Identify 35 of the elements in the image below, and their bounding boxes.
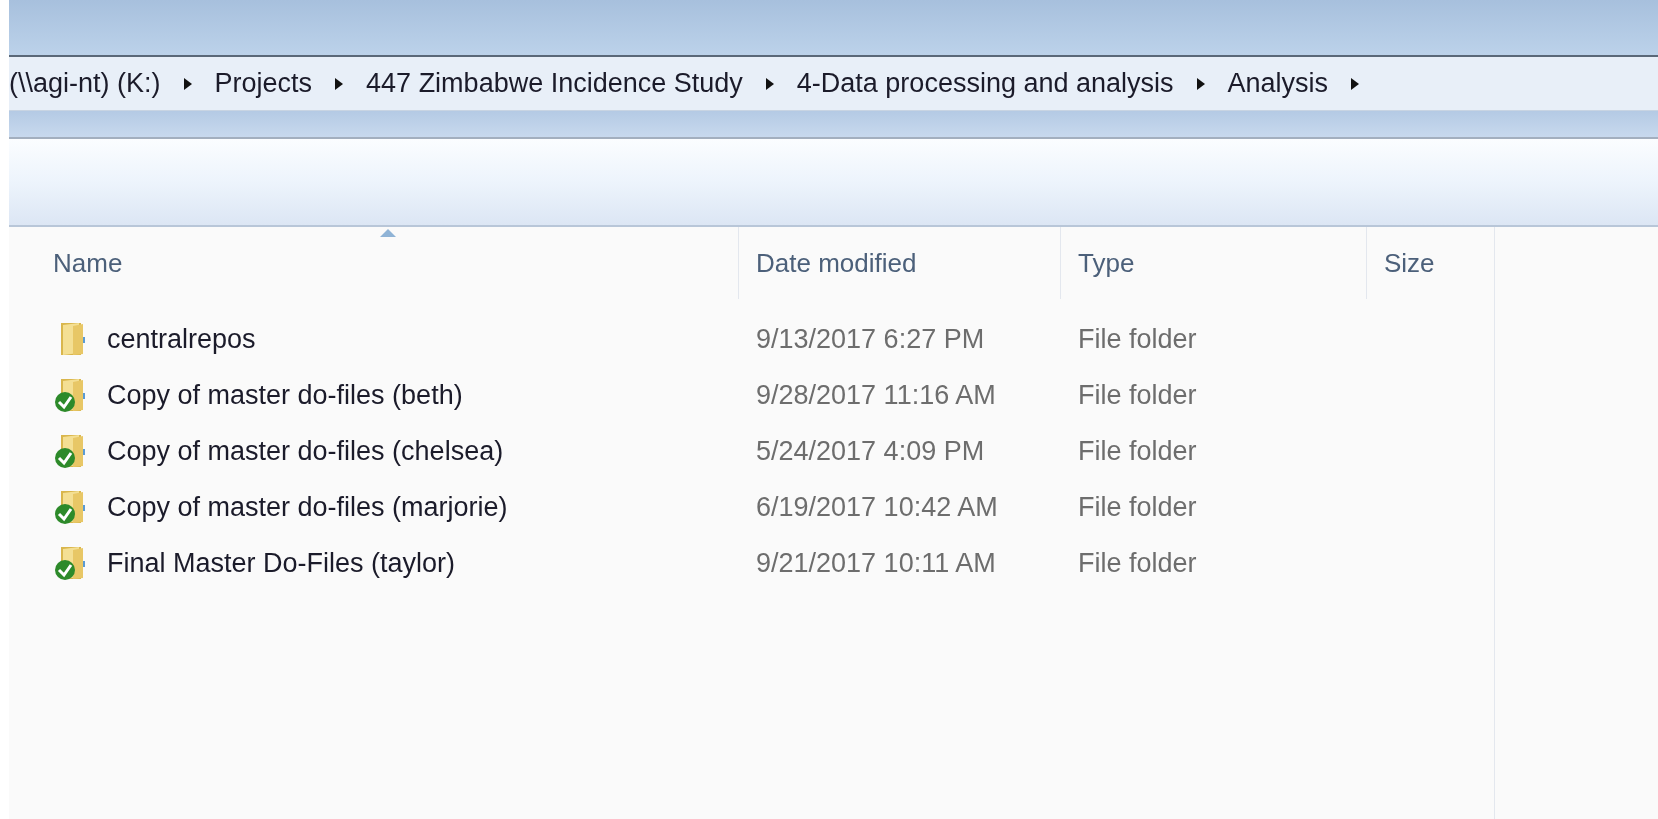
file-name: Copy of master do-files (marjorie) <box>107 490 508 524</box>
file-row[interactable]: Copy of master do-files (chelsea) 5/24/2017 4:09 PM File folder <box>9 423 1658 479</box>
file-name: centralrepos <box>107 322 256 356</box>
chevron-right-icon[interactable] <box>1350 76 1361 91</box>
file-row[interactable]: Final Master Do-Files (taylor) 9/21/2017 10:11 AM File folder <box>9 535 1658 591</box>
breadcrumb-item[interactable]: 447 Zimbabwe Incidence Study <box>366 63 743 104</box>
file-name: Copy of master do-files (chelsea) <box>107 434 504 468</box>
date-modified: 9/28/2017 11:16 AM <box>756 379 996 410</box>
column-header[interactable]: Type <box>1078 243 1135 283</box>
file-type: File folder <box>1078 379 1197 410</box>
file-type: File folder <box>1078 547 1197 578</box>
column-header[interactable]: Size <box>1384 243 1435 283</box>
file-row[interactable]: Copy of master do-files (marjorie) 6/19/2017 10:42 AM File folder <box>9 479 1658 535</box>
breadcrumb-item[interactable]: Analysis <box>1227 63 1329 104</box>
date-modified: 5/24/2017 4:09 PM <box>756 435 985 466</box>
file-type: File folder <box>1078 491 1197 522</box>
file-name: Copy of master do-files (beth) <box>107 378 463 412</box>
breadcrumb-item[interactable]: Projects <box>214 63 313 104</box>
date-modified: 6/19/2017 10:42 AM <box>756 491 998 522</box>
file-type: File folder <box>1078 435 1197 466</box>
breadcrumb-item[interactable]: (\\agi-nt) (K:) <box>9 63 161 104</box>
chevron-right-icon[interactable] <box>764 76 775 91</box>
file-row[interactable]: centralrepos 9/13/2017 6:27 PM File folder <box>9 311 1658 367</box>
date-modified: 9/13/2017 6:27 PM <box>756 323 985 354</box>
chevron-right-icon[interactable] <box>1195 76 1206 91</box>
file-type: File folder <box>1078 323 1197 354</box>
address-bar[interactable]: (\\agi-nt) (K:) Projects 447 Zimbabwe Incidence Study 4-Data processing and analysis Analysis <box>9 57 1658 111</box>
file-row[interactable]: Copy of master do-files (beth) 9/28/2017 11:16 AM File folder <box>9 367 1658 423</box>
column-header[interactable]: Date modified <box>756 243 917 283</box>
column-header[interactable]: Name <box>53 243 123 283</box>
chevron-right-icon[interactable] <box>182 76 193 91</box>
breadcrumb-item[interactable]: 4-Data processing and analysis <box>796 63 1174 104</box>
file-name: Final Master Do-Files (taylor) <box>107 546 456 580</box>
chevron-right-icon[interactable] <box>334 76 345 91</box>
date-modified: 9/21/2017 10:11 AM <box>756 547 996 578</box>
